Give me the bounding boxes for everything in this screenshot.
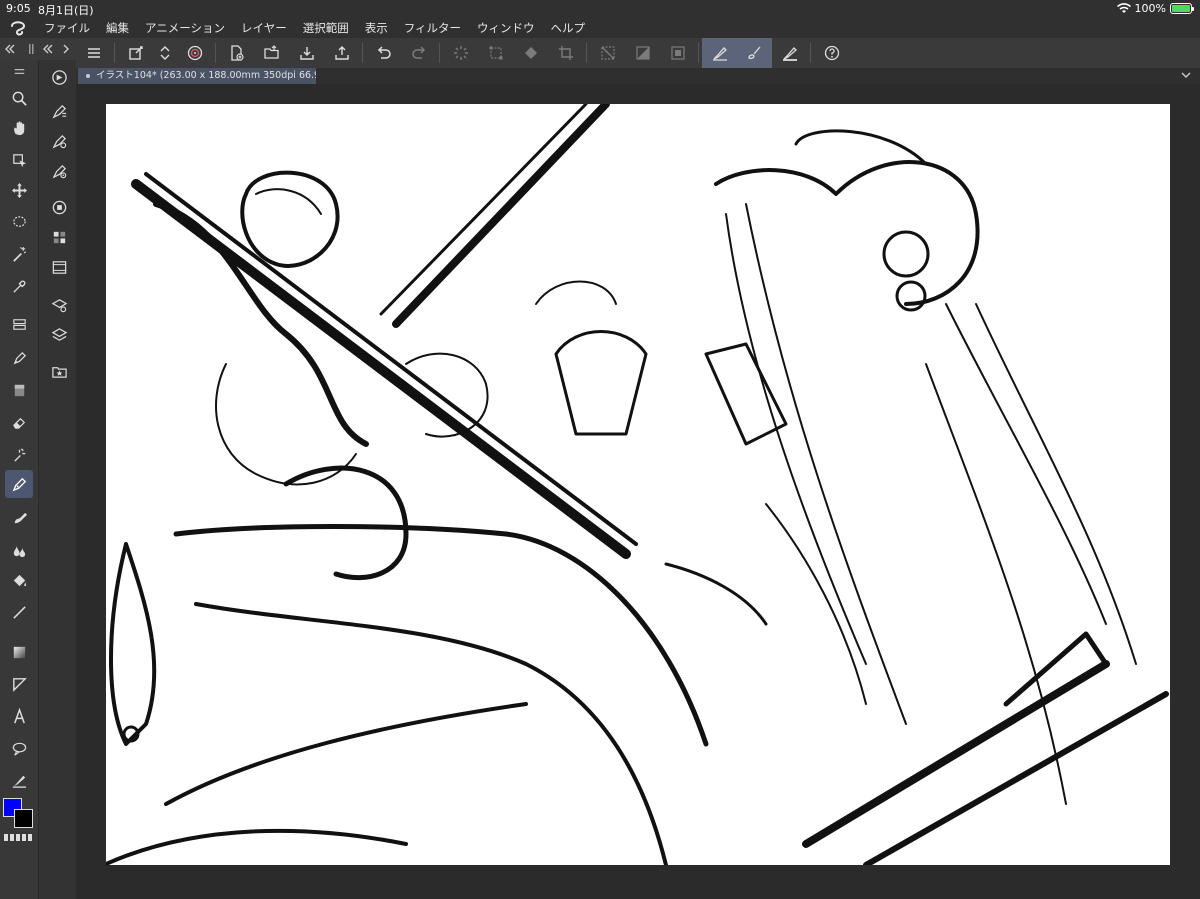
- palette-header: [0, 38, 76, 60]
- selection-border-icon[interactable]: [660, 38, 695, 68]
- status-time: 9:05: [6, 2, 31, 15]
- eraser-tool-icon[interactable]: [5, 408, 33, 436]
- color-circle-icon[interactable]: [48, 196, 70, 218]
- collapse-left-icon-2[interactable]: [41, 43, 55, 55]
- toolbar-divider: [362, 43, 363, 63]
- blend-tool-icon[interactable]: [5, 536, 33, 564]
- animation-icon[interactable]: [48, 256, 70, 278]
- move-tool-icon[interactable]: [5, 176, 33, 204]
- eyedropper-icon[interactable]: [5, 272, 33, 300]
- pencil-tool-icon[interactable]: [5, 376, 33, 404]
- clear-selection-icon[interactable]: [590, 38, 625, 68]
- spiral-icon[interactable]: [177, 38, 212, 68]
- up-down-icon[interactable]: [153, 38, 177, 68]
- navigator-icon[interactable]: [48, 66, 70, 88]
- menu-edit[interactable]: 編集: [98, 18, 137, 38]
- document-tab-title: イラスト104* (263.00 x 188.00mm 350dpi 66.9%…: [96, 70, 316, 81]
- redo-icon[interactable]: [401, 38, 436, 68]
- balloon-tool-icon[interactable]: [5, 734, 33, 762]
- pen-snap-icon[interactable]: [702, 38, 737, 68]
- menu-window[interactable]: ウィンドウ: [469, 18, 543, 38]
- document-tab-bar: イラスト104* (263.00 x 188.00mm 350dpi 66.9%…: [76, 68, 1200, 84]
- transform-icon[interactable]: [478, 38, 513, 68]
- menu-help[interactable]: ヘルプ: [542, 18, 593, 38]
- tab-dot-icon: [86, 73, 90, 78]
- layers-icon[interactable]: [48, 324, 70, 346]
- tool-property-icon[interactable]: [48, 130, 70, 152]
- save-icon[interactable]: [289, 38, 324, 68]
- open-folder-icon[interactable]: [254, 38, 289, 68]
- menu-filter[interactable]: フィルター: [396, 18, 469, 38]
- wifi-icon: [1116, 3, 1131, 14]
- battery-percent: 100%: [1134, 2, 1166, 15]
- sub-color-swatch[interactable]: [14, 809, 33, 828]
- decoration-tool-icon[interactable]: [5, 440, 33, 468]
- fill-icon[interactable]: [513, 38, 548, 68]
- status-right: 100%: [1116, 2, 1194, 15]
- new-file-icon[interactable]: [219, 38, 254, 68]
- pen-tool-icon[interactable]: [5, 344, 33, 372]
- menu-file[interactable]: ファイル: [36, 18, 98, 38]
- line-art-illustration: [106, 104, 1169, 865]
- brush-snap-icon[interactable]: [737, 38, 772, 68]
- hand-tool-icon[interactable]: [5, 114, 33, 142]
- crop-icon[interactable]: [548, 38, 583, 68]
- brush-size-icon[interactable]: [48, 100, 70, 122]
- brush-tool-icon[interactable]: [5, 504, 33, 532]
- subtool-palette: [38, 60, 76, 899]
- subtool-detail-icon[interactable]: [48, 160, 70, 182]
- menu-view[interactable]: 表示: [357, 18, 396, 38]
- battery-icon: [1170, 3, 1194, 14]
- lasso-select-icon[interactable]: [5, 208, 33, 236]
- battery-level: [1172, 5, 1190, 12]
- toolbar-divider: [586, 43, 587, 63]
- canvas-area: [76, 84, 1200, 899]
- toolbar-divider: [810, 43, 811, 63]
- collapse-left-icon[interactable]: [3, 43, 17, 55]
- grip-icon[interactable]: [27, 43, 35, 55]
- layer-property-icon[interactable]: [48, 294, 70, 316]
- text-tool-icon[interactable]: [5, 702, 33, 730]
- color-mode-strip[interactable]: [4, 834, 34, 841]
- menu-animation[interactable]: アニメーション: [137, 18, 233, 38]
- status-date: 8月1日(日): [38, 4, 94, 17]
- app-logo-icon[interactable]: [0, 18, 36, 38]
- pen-tool-active-icon[interactable]: [5, 470, 33, 498]
- fill-tool-icon[interactable]: [5, 566, 33, 594]
- palette-menu-icon[interactable]: [5, 64, 33, 78]
- object-tool-icon[interactable]: [5, 146, 33, 174]
- toolbar-divider: [215, 43, 216, 63]
- command-bar: [76, 38, 1200, 68]
- menu-icon[interactable]: [76, 38, 111, 68]
- canvas-settings-icon[interactable]: [118, 38, 153, 68]
- export-icon[interactable]: [324, 38, 359, 68]
- correct-line-tool-icon[interactable]: [5, 766, 33, 794]
- zoom-tool-icon[interactable]: [5, 84, 33, 112]
- help-icon[interactable]: [814, 38, 849, 68]
- undo-icon[interactable]: [366, 38, 401, 68]
- toolbar-divider: [439, 43, 440, 63]
- tool-palette: [0, 60, 38, 899]
- layer-move-icon[interactable]: [5, 310, 33, 338]
- material-icon[interactable]: [48, 360, 70, 382]
- menu-layer[interactable]: レイヤー: [233, 18, 295, 38]
- menu-selection[interactable]: 選択範囲: [295, 18, 357, 38]
- gradient-tool-icon[interactable]: [5, 638, 33, 666]
- document-tab[interactable]: イラスト104* (263.00 x 188.00mm 350dpi 66.9%…: [78, 68, 316, 84]
- status-bar: 9:05 8月1日(日) 100%: [0, 0, 1200, 18]
- color-set-icon[interactable]: [48, 226, 70, 248]
- invert-selection-icon[interactable]: [625, 38, 660, 68]
- frame-tool-icon[interactable]: [5, 670, 33, 698]
- magic-wand-icon[interactable]: [5, 240, 33, 268]
- line-tool-icon[interactable]: [5, 598, 33, 626]
- drawing-canvas[interactable]: [106, 104, 1170, 865]
- chevron-down-icon[interactable]: [1180, 69, 1192, 81]
- menu-bar: ファイル 編集 アニメーション レイヤー 選択範囲 表示 フィルター ウィンドウ…: [0, 18, 1200, 38]
- expand-right-icon[interactable]: [61, 43, 71, 55]
- loading-icon[interactable]: [443, 38, 478, 68]
- toolbar-divider: [698, 43, 699, 63]
- ruler-snap-icon[interactable]: [772, 38, 807, 68]
- toolbar-divider: [114, 43, 115, 63]
